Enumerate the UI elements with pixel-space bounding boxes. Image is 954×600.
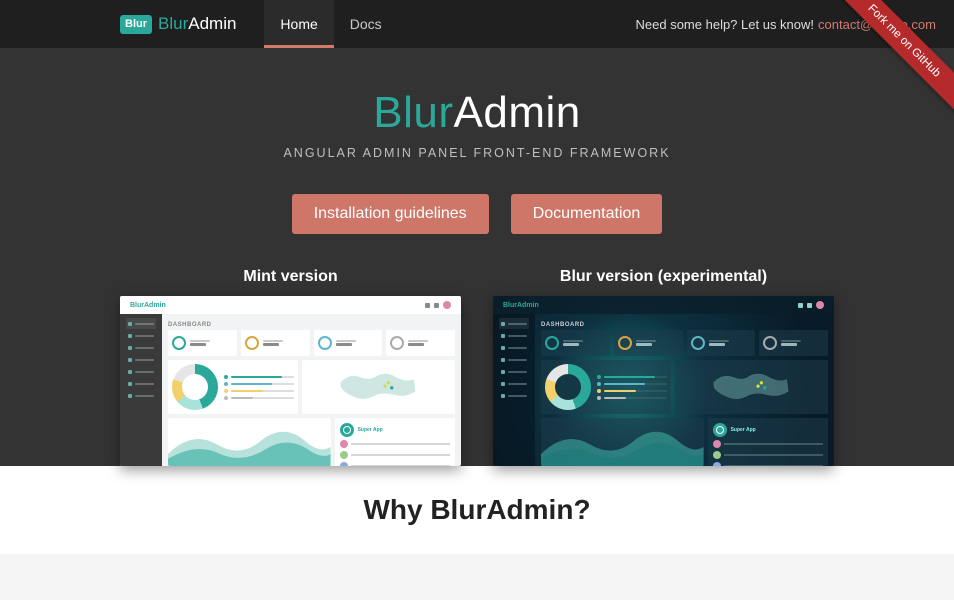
install-guidelines-button[interactable]: Installation guidelines	[292, 194, 489, 234]
logo-text: BlurAdmin	[158, 14, 236, 34]
nav: Home Docs	[264, 0, 397, 48]
mint-version-label: Mint version	[120, 268, 461, 286]
versions-row: Mint version BlurAdmin DASHBOARD	[0, 268, 954, 466]
why-heading: Why BlurAdmin?	[0, 494, 954, 526]
logo[interactable]: Blur BlurAdmin	[120, 14, 236, 34]
nav-docs[interactable]: Docs	[334, 0, 398, 48]
hero-title: BlurAdmin	[0, 88, 954, 138]
nav-home[interactable]: Home	[264, 0, 333, 48]
logo-badge: Blur	[120, 15, 152, 34]
hero: BlurAdmin ANGULAR ADMIN PANEL FRONT-END …	[0, 48, 954, 466]
blur-version: Blur version (experimental) BlurAdmin DA…	[493, 268, 834, 466]
blur-version-label: Blur version (experimental)	[493, 268, 834, 286]
hero-subtitle: ANGULAR ADMIN PANEL FRONT-END FRAMEWORK	[0, 146, 954, 160]
why-section: Why BlurAdmin?	[0, 466, 954, 554]
help-text: Need some help? Let us know!	[636, 17, 815, 32]
blur-preview[interactable]: BlurAdmin DASHBOARD	[493, 296, 834, 466]
top-nav: Blur BlurAdmin Home Docs Need some help?…	[0, 0, 954, 48]
mint-version: Mint version BlurAdmin DASHBOARD	[120, 268, 461, 466]
hero-buttons: Installation guidelines Documentation	[0, 194, 954, 234]
documentation-button[interactable]: Documentation	[511, 194, 663, 234]
mint-preview[interactable]: BlurAdmin DASHBOARD	[120, 296, 461, 466]
